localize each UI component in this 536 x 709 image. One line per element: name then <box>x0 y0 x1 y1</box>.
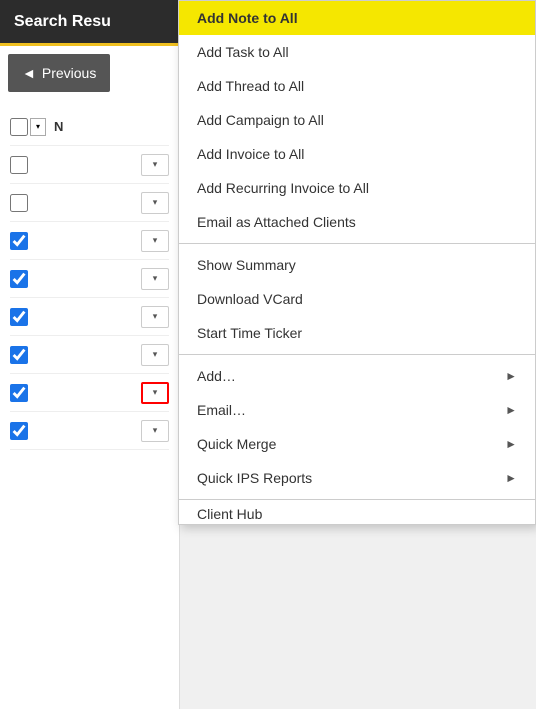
row-dropdown[interactable]: ▾ <box>141 230 169 252</box>
menu-item-label: Quick IPS Reports <box>197 470 312 486</box>
menu-item-add-thread-all[interactable]: Add Thread to All <box>179 69 535 103</box>
row-checkbox[interactable] <box>10 270 28 288</box>
menu-item-label: Download VCard <box>197 291 303 307</box>
menu-item-add-task-all[interactable]: Add Task to All <box>179 35 535 69</box>
menu-item-download-vcard[interactable]: Download VCard <box>179 282 535 316</box>
menu-item-label: Add… <box>197 368 236 384</box>
row-dropdown[interactable]: ▾ <box>141 344 169 366</box>
menu-item-email-attached-clients[interactable]: Email as Attached Clients <box>179 205 535 239</box>
search-header: Search Resu <box>0 0 179 46</box>
menu-item-label: Add Campaign to All <box>197 112 324 128</box>
row-checkbox[interactable] <box>10 308 28 326</box>
menu-item-start-time-ticker[interactable]: Start Time Ticker <box>179 316 535 350</box>
table-row: ▾ <box>10 298 169 336</box>
menu-item-quick-merge[interactable]: Quick Merge ► <box>179 427 535 461</box>
table-row: ▾ <box>10 336 169 374</box>
menu-item-label: Start Time Ticker <box>197 325 302 341</box>
menu-item-label: Add Recurring Invoice to All <box>197 180 369 196</box>
master-checkbox-wrapper[interactable]: ▾ <box>10 118 46 136</box>
row-dropdown[interactable]: ▾ <box>141 420 169 442</box>
menu-divider <box>179 354 535 355</box>
row-dropdown-active[interactable]: ▾ <box>141 382 169 404</box>
menu-item-label: Client Hub <box>197 506 262 522</box>
menu-item-quick-ips-reports[interactable]: Quick IPS Reports ► <box>179 461 535 495</box>
row-checkbox[interactable] <box>10 194 28 212</box>
table-row: ▾ <box>10 146 169 184</box>
context-menu: Add Note to All Add Task to All Add Thread… <box>178 0 536 525</box>
table-row: ▾ <box>10 260 169 298</box>
row-dropdown[interactable]: ▾ <box>141 154 169 176</box>
master-checkbox[interactable] <box>10 118 28 136</box>
menu-item-label: Add Note to All <box>197 10 298 26</box>
menu-item-show-summary[interactable]: Show Summary <box>179 248 535 282</box>
row-checkbox[interactable] <box>10 384 28 402</box>
menu-item-label: Add Task to All <box>197 44 289 60</box>
menu-divider <box>179 243 535 244</box>
prev-icon: ◄ <box>22 65 36 81</box>
menu-item-label: Add Invoice to All <box>197 146 304 162</box>
col-n-label: N <box>54 119 63 134</box>
search-results-panel: Search Resu ◄ Previous ▾ N ▾ ▾ ▾ ▾ <box>0 0 180 709</box>
menu-item-label: Add Thread to All <box>197 78 304 94</box>
submenu-chevron-icon: ► <box>505 471 517 485</box>
menu-item-add-note-all[interactable]: Add Note to All <box>179 1 535 35</box>
row-checkbox[interactable] <box>10 422 28 440</box>
master-checkbox-row: ▾ N <box>10 108 169 146</box>
previous-button[interactable]: ◄ Previous <box>8 54 110 92</box>
row-dropdown[interactable]: ▾ <box>141 192 169 214</box>
row-dropdown[interactable]: ▾ <box>141 306 169 328</box>
menu-item-label: Quick Merge <box>197 436 276 452</box>
row-dropdown[interactable]: ▾ <box>141 268 169 290</box>
prev-label: Previous <box>42 65 96 81</box>
menu-divider <box>179 499 535 500</box>
table-row: ▾ <box>10 374 169 412</box>
submenu-chevron-icon: ► <box>505 403 517 417</box>
table-row: ▾ <box>10 184 169 222</box>
menu-item-add-submenu[interactable]: Add… ► <box>179 359 535 393</box>
menu-item-add-campaign-all[interactable]: Add Campaign to All <box>179 103 535 137</box>
row-checkbox[interactable] <box>10 346 28 364</box>
table-row: ▾ <box>10 412 169 450</box>
menu-item-client-hub[interactable]: Client Hub <box>179 504 535 524</box>
master-dropdown-arrow[interactable]: ▾ <box>30 118 46 136</box>
menu-item-add-recurring-invoice-all[interactable]: Add Recurring Invoice to All <box>179 171 535 205</box>
row-checkbox[interactable] <box>10 156 28 174</box>
menu-item-email-submenu[interactable]: Email… ► <box>179 393 535 427</box>
search-title: Search Resu <box>14 13 111 31</box>
menu-item-label: Email… <box>197 402 246 418</box>
table-row: ▾ <box>10 222 169 260</box>
menu-item-label: Show Summary <box>197 257 296 273</box>
menu-item-label: Email as Attached Clients <box>197 214 356 230</box>
menu-item-add-invoice-all[interactable]: Add Invoice to All <box>179 137 535 171</box>
checkbox-list: ▾ N ▾ ▾ ▾ ▾ ▾ ▾ ▾ <box>0 100 179 458</box>
submenu-chevron-icon: ► <box>505 369 517 383</box>
row-checkbox[interactable] <box>10 232 28 250</box>
submenu-chevron-icon: ► <box>505 437 517 451</box>
